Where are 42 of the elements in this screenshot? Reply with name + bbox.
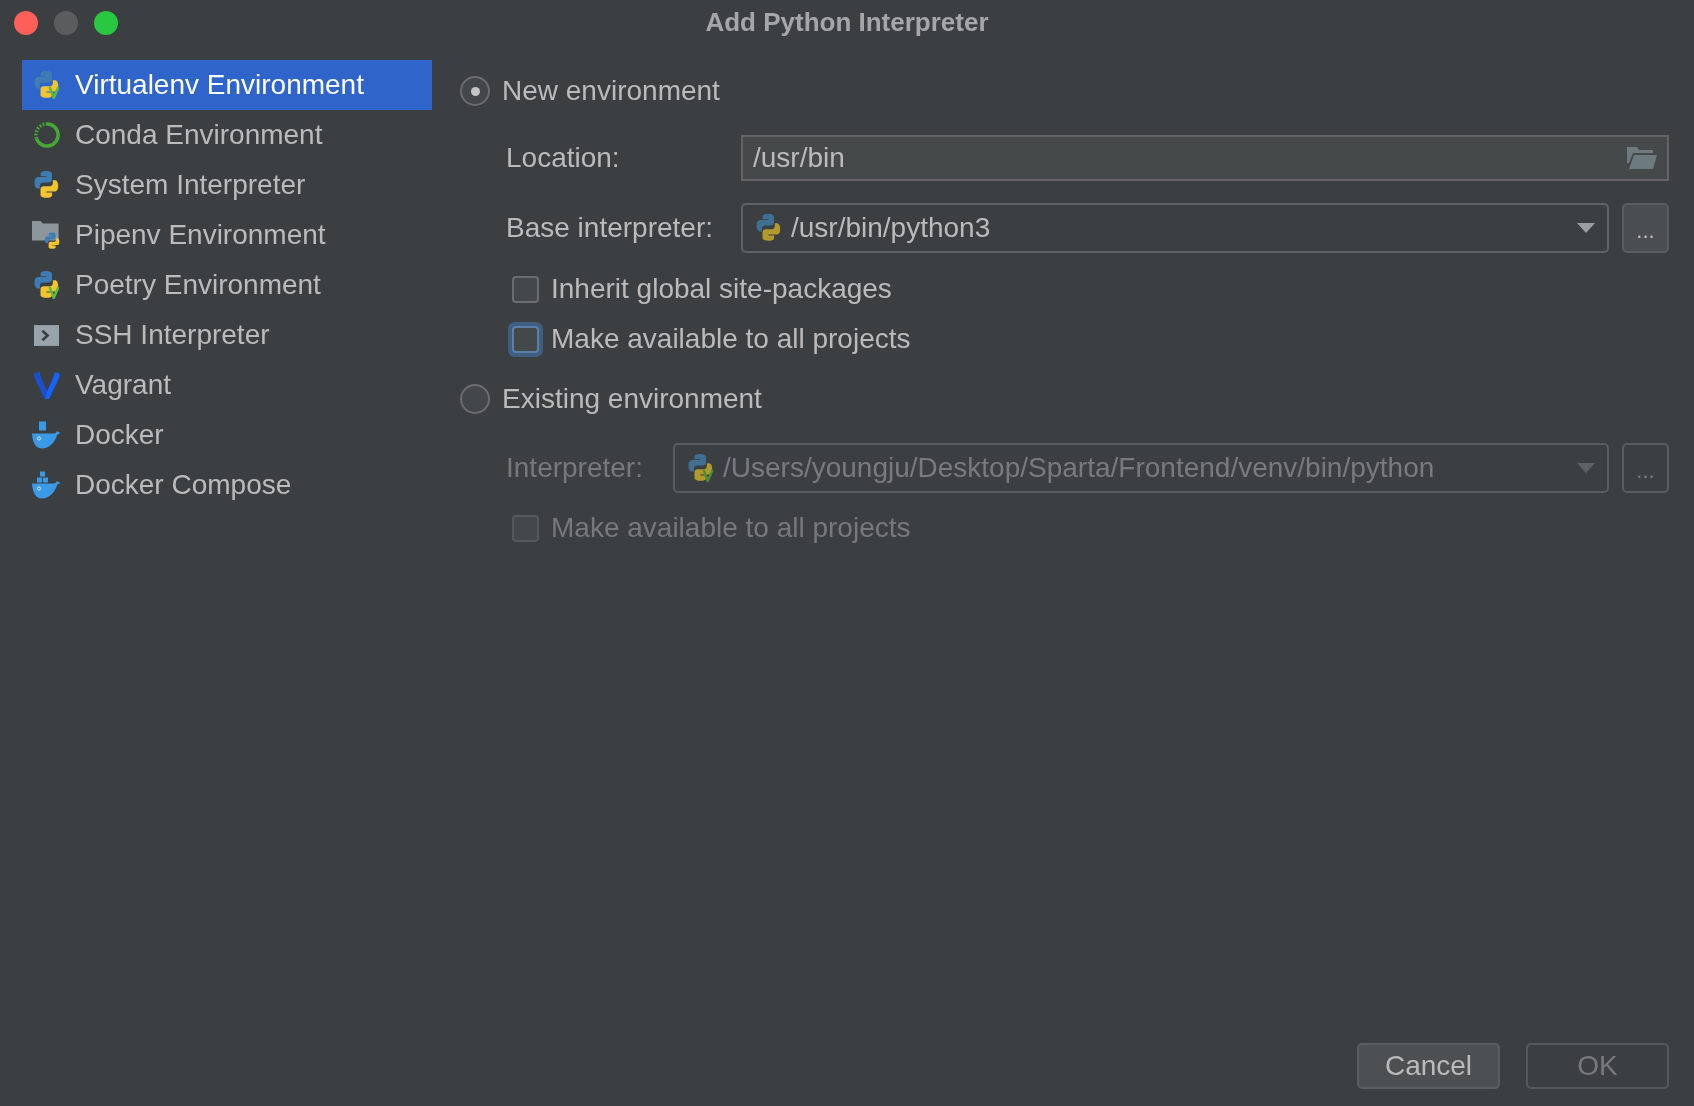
sidebar-item[interactable]: Pipenv Environment [22,210,432,260]
ring-icon [32,121,61,149]
minimize-icon[interactable] [54,10,78,35]
checkbox-label: Inherit global site-packages [551,272,892,306]
whale-icon [32,471,61,499]
checkbox-label: Make available to all projects [551,322,911,356]
window-title: Add Python Interpreter [705,6,989,39]
sidebar-item[interactable]: Poetry Environment [22,260,432,310]
radio-button[interactable] [460,384,490,414]
sidebar-item[interactable]: Vagrant [22,360,432,410]
terminal-icon [34,324,59,346]
caret-icon [1577,223,1595,233]
sidebar-item[interactable]: Virtualenv Environment [22,60,432,110]
sidebar-item[interactable]: Docker Compose [22,460,432,510]
field-label: Interpreter: [506,451,644,485]
close-icon[interactable] [14,10,38,35]
python-icon [755,214,783,242]
browse-button[interactable]: ... [1622,203,1669,253]
checkbox[interactable] [512,275,539,303]
interpreter-dropdown[interactable]: /usr/bin/python3 [741,203,1609,253]
python-v-icon [32,71,61,99]
checkbox-label: Make available to all projects [551,511,911,545]
python-icon [32,171,61,199]
radio-button[interactable] [460,76,490,106]
v-logo-icon [33,371,60,399]
sidebar-item[interactable]: SSH Interpreter [22,310,432,360]
sidebar-item[interactable]: Conda Environment [22,110,432,160]
maximize-icon[interactable] [94,10,118,35]
location-field[interactable]: /usr/bin [741,135,1669,181]
sidebar-item[interactable]: Docker [22,410,432,460]
radio-label: New environment [502,74,720,108]
python-v-icon [687,454,715,482]
whale-icon [32,421,61,449]
folder-python-icon [32,221,61,249]
radio-label: Existing environment [502,382,762,416]
sidebar-item[interactable]: System Interpreter [22,160,432,210]
folder-icon [1627,147,1657,169]
dialog-button[interactable]: Cancel [1357,1043,1500,1089]
field-label: Location: [506,141,621,175]
caret-icon [1577,463,1595,473]
field-label: Base interpreter: [506,211,714,245]
python-v-icon [32,271,61,299]
